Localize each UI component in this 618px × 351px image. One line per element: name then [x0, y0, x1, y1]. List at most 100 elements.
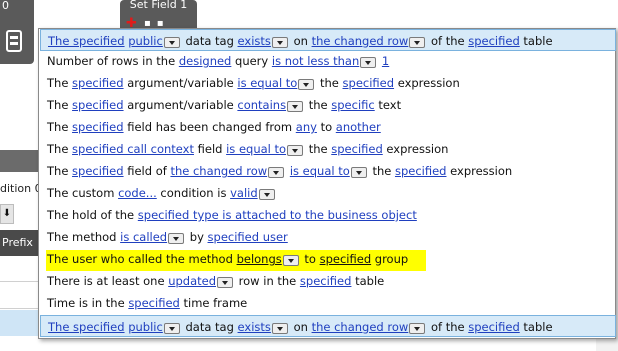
link-specified[interactable]: The specified — [48, 34, 125, 48]
link-specified[interactable]: specified — [128, 296, 180, 310]
link-public[interactable]: public — [128, 34, 163, 48]
list-item[interactable]: The hold of the specified type is attach… — [47, 205, 417, 226]
list-item[interactable]: The custom code... condition is valid — [47, 183, 277, 204]
text: The method — [47, 230, 117, 244]
link-valid[interactable]: valid — [230, 186, 258, 200]
table-row[interactable] — [0, 283, 40, 309]
chevron-down-icon[interactable] — [163, 322, 180, 334]
chevron-down-icon[interactable] — [168, 232, 185, 244]
link-public[interactable]: public — [128, 320, 163, 334]
condition-label: dition 0 — [0, 182, 42, 195]
selected-condition-footer[interactable]: The specified public data tag exists on … — [40, 315, 616, 337]
list-item-highlighted[interactable]: The user who called the method belongs t… — [47, 249, 408, 270]
list-item[interactable]: The method is called by specified user — [47, 227, 288, 248]
document-icon — [6, 30, 22, 52]
text: Time is in the — [47, 296, 125, 310]
text: field has been changed from — [127, 120, 293, 134]
chevron-down-icon[interactable] — [282, 254, 299, 266]
list-item[interactable]: Time is in the specified time frame — [47, 293, 247, 314]
chevron-down-icon[interactable] — [298, 78, 315, 90]
link-specified[interactable]: specified — [72, 76, 124, 90]
list-item[interactable]: The specified argument/variable is equal… — [47, 73, 460, 94]
chevron-down-icon[interactable] — [163, 36, 180, 48]
link-specified[interactable]: specified — [72, 98, 124, 112]
text: The — [47, 164, 69, 178]
link-specified[interactable]: specified — [343, 76, 395, 90]
condition-dropdown-list[interactable]: The specified public data tag exists on … — [38, 28, 616, 339]
link-specified[interactable]: specified — [468, 320, 520, 334]
list-item[interactable]: The specified call context field is equa… — [47, 139, 448, 160]
text: data tag — [185, 320, 234, 334]
chevron-down-icon[interactable] — [360, 56, 377, 68]
link-exists[interactable]: exists — [238, 320, 271, 334]
link-specified[interactable]: specified — [468, 34, 520, 48]
text: table — [355, 274, 385, 288]
chevron-down-icon[interactable] — [268, 166, 285, 178]
list-item[interactable]: There is at least one updated row in the… — [47, 271, 384, 292]
link-specified-type-attached[interactable]: specified type is attached to the busine… — [138, 208, 417, 222]
chevron-down-icon[interactable] — [271, 36, 288, 48]
text: data tag — [185, 34, 234, 48]
link-specific[interactable]: specific — [331, 98, 374, 112]
text: table — [523, 34, 553, 48]
text: query — [235, 54, 269, 68]
link-specified[interactable]: specified — [300, 274, 352, 288]
chevron-down-icon[interactable] — [409, 322, 426, 334]
link-changed-row[interactable]: the changed row — [312, 320, 409, 334]
text: The custom — [47, 186, 115, 200]
link-contains[interactable]: contains — [237, 98, 286, 112]
chevron-down-icon[interactable] — [409, 36, 426, 48]
link-value[interactable]: 1 — [382, 54, 389, 68]
left-panel-header — [0, 150, 40, 172]
link-changed-row[interactable]: the changed row — [312, 34, 409, 48]
text: the — [372, 164, 392, 178]
table-row-selected[interactable] — [0, 310, 40, 336]
text: The user who called the method — [47, 252, 233, 266]
chevron-down-icon[interactable] — [258, 188, 275, 200]
chevron-down-icon[interactable] — [287, 144, 304, 156]
chevron-down-icon[interactable] — [287, 100, 304, 112]
chevron-down-icon[interactable] — [350, 166, 367, 178]
list-item[interactable]: The specified argument/variable contains… — [47, 95, 401, 116]
link-specified[interactable]: specified — [331, 142, 383, 156]
link-any[interactable]: any — [296, 120, 317, 134]
text: argument/variable — [127, 76, 234, 90]
list-item[interactable]: Number of rows in the designed query is … — [47, 51, 389, 72]
link-updated[interactable]: updated — [168, 274, 216, 288]
workflow-node-left[interactable]: 0 — [0, 0, 34, 64]
text: The — [47, 120, 69, 134]
move-down-button[interactable]: ⬇ — [0, 204, 14, 224]
text: the — [308, 98, 328, 112]
text: group — [374, 252, 409, 266]
link-exists[interactable]: exists — [238, 34, 271, 48]
table-row[interactable] — [0, 256, 40, 282]
text: by — [189, 230, 204, 244]
chevron-down-icon[interactable] — [271, 322, 288, 334]
link-is-not-less-than[interactable]: is not less than — [272, 54, 359, 68]
link-belongs[interactable]: belongs — [237, 252, 282, 266]
link-is-equal-to[interactable]: is equal to — [226, 142, 286, 156]
link-specified-user[interactable]: specified user — [208, 230, 288, 244]
list-item[interactable]: The specified field has been changed fro… — [47, 117, 381, 138]
link-designed[interactable]: designed — [179, 54, 232, 68]
text: expression — [397, 76, 460, 90]
chevron-down-icon[interactable] — [217, 276, 234, 288]
link-specified[interactable]: specified — [72, 120, 124, 134]
link-another[interactable]: another — [336, 120, 381, 134]
text: table — [523, 320, 553, 334]
link-specified[interactable]: specified — [320, 252, 372, 266]
link-is-equal-to[interactable]: is equal to — [237, 76, 297, 90]
workflow-node-set-field[interactable]: Set Field 1 ✚ ▪▪ — [120, 0, 197, 31]
link-is-equal-to[interactable]: is equal to — [290, 164, 350, 178]
link-is-called[interactable]: is called — [120, 230, 167, 244]
link-specified[interactable]: specified — [395, 164, 447, 178]
link-specified[interactable]: The specified — [48, 320, 125, 334]
text: on — [293, 320, 308, 334]
link-specified[interactable]: specified — [72, 164, 124, 178]
list-item[interactable]: The specified field of the changed row i… — [47, 161, 512, 182]
text: text — [378, 98, 402, 112]
link-code[interactable]: code... — [118, 186, 157, 200]
link-changed-row[interactable]: the changed row — [170, 164, 267, 178]
selected-condition-header[interactable]: The specified public data tag exists on … — [40, 29, 616, 51]
link-specified-call-context[interactable]: specified call context — [72, 142, 194, 156]
